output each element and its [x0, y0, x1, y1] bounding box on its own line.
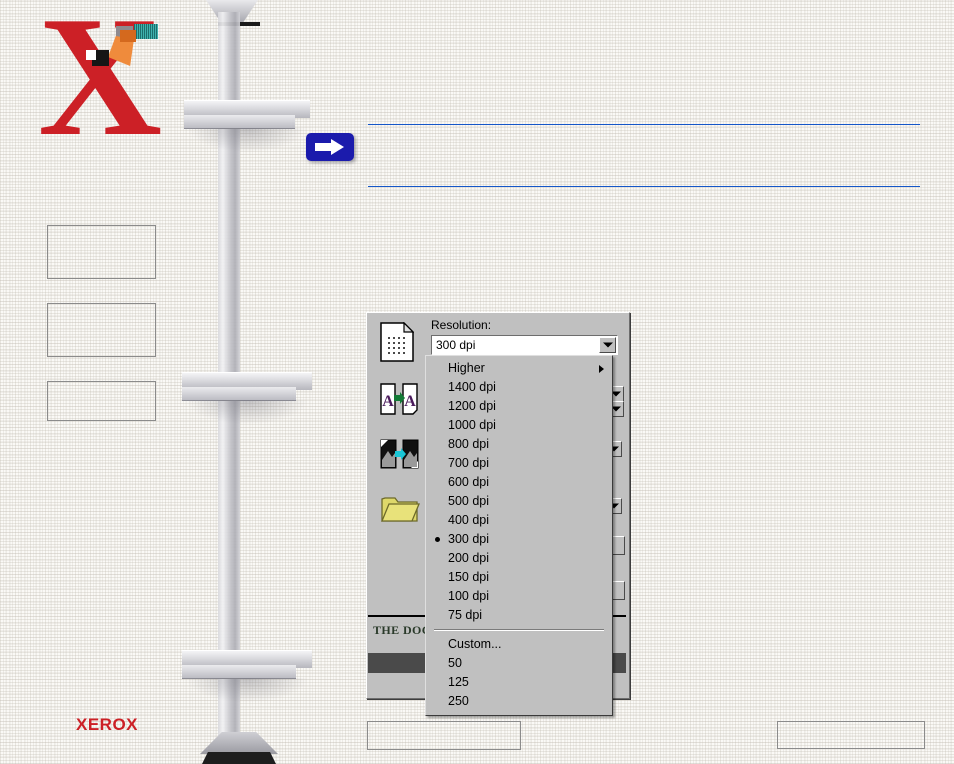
menu-item-label: 125	[448, 675, 469, 689]
dialog-icon-sidebar: A A	[368, 314, 426, 615]
header-rule-top	[368, 124, 920, 125]
folder-icon[interactable]	[380, 492, 420, 528]
menu-item-label: 700 dpi	[448, 456, 490, 470]
menu-item[interactable]: 1200 dpi	[426, 397, 612, 416]
chevron-down-icon[interactable]	[599, 337, 616, 353]
menu-item[interactable]: Custom...	[426, 635, 612, 654]
shelf-shadow	[187, 678, 307, 702]
menu-item-label: Custom...	[448, 637, 502, 651]
menu-item-label: 600 dpi	[448, 475, 490, 489]
menu-items-group: Higher 1400 dpi 1200 dpi 1000 dpi 800 dpi 700…	[426, 359, 612, 625]
resolution-label: Resolution:	[431, 318, 492, 332]
menu-item[interactable]: 125	[426, 673, 612, 692]
image-to-image-icon[interactable]	[380, 438, 419, 474]
shelf-front-edge	[182, 387, 297, 401]
menu-item-label: Higher	[448, 361, 485, 375]
svg-text:A: A	[382, 393, 394, 410]
menu-item-label: 250	[448, 694, 469, 708]
a-to-a-icon[interactable]: A A	[380, 382, 418, 418]
header-rule-bottom	[368, 186, 920, 187]
scanner-shelf-middle	[182, 372, 312, 424]
menu-item[interactable]: Higher	[426, 359, 612, 378]
menu-separator	[434, 629, 604, 631]
placeholder-box-2[interactable]	[47, 303, 156, 357]
submenu-arrow-icon	[599, 365, 604, 373]
resolution-combobox[interactable]: 300 dpi	[431, 335, 618, 355]
resolution-dropdown-menu[interactable]: Higher 1400 dpi 1200 dpi 1000 dpi 800 dpi 700…	[425, 355, 613, 716]
menu-item[interactable]: 700 dpi	[426, 454, 612, 473]
scanner-shelf-bottom	[182, 650, 312, 702]
menu-item[interactable]: 800 dpi	[426, 435, 612, 454]
menu-item-label: 500 dpi	[448, 494, 490, 508]
menu-item-label: 1200 dpi	[448, 399, 496, 413]
scanner-column-base	[202, 752, 276, 764]
placeholder-box-bottom-right[interactable]	[777, 721, 925, 749]
placeholder-box-bottom-left[interactable]	[367, 721, 521, 750]
menu-item-label: 300 dpi	[448, 532, 490, 546]
menu-item[interactable]: 300 dpi	[426, 530, 612, 549]
menu-item-label: 400 dpi	[448, 513, 490, 527]
logo-decoration-white-square	[86, 50, 96, 60]
menu-item-label: 150 dpi	[448, 570, 490, 584]
menu-item-label: 200 dpi	[448, 551, 490, 565]
selected-bullet-icon	[435, 537, 440, 542]
shelf-shadow	[189, 128, 305, 152]
next-arrow-button[interactable]	[306, 133, 354, 161]
placeholder-box-1[interactable]	[47, 225, 156, 279]
menu-item[interactable]: 250	[426, 692, 612, 711]
scanner-shelf-top	[184, 100, 310, 152]
menu-item[interactable]: 500 dpi	[426, 492, 612, 511]
menu-items-group-custom: Custom... 50 125 250	[426, 635, 612, 711]
menu-item[interactable]: 1000 dpi	[426, 416, 612, 435]
dotted-page-icon[interactable]	[380, 321, 416, 362]
menu-item[interactable]: 100 dpi	[426, 587, 612, 606]
menu-item-label: 50	[448, 656, 462, 670]
logo-decoration-orange-square	[120, 30, 136, 42]
menu-item-label: 1000 dpi	[448, 418, 496, 432]
menu-item[interactable]: 1400 dpi	[426, 378, 612, 397]
svg-text:A: A	[404, 393, 416, 410]
menu-item-label: 100 dpi	[448, 589, 490, 603]
shelf-front-edge	[184, 115, 295, 129]
dialog-tagline: THE DOC	[373, 623, 431, 637]
shelf-shadow	[187, 400, 307, 424]
placeholder-box-3[interactable]	[47, 381, 156, 421]
menu-item-label: 75 dpi	[448, 608, 483, 622]
resolution-value: 300 dpi	[436, 338, 476, 352]
xerox-wordmark: XEROX	[76, 715, 139, 734]
shelf-front-edge	[182, 665, 297, 679]
menu-item[interactable]: 75 dpi	[426, 606, 612, 625]
menu-item[interactable]: 200 dpi	[426, 549, 612, 568]
menu-item[interactable]: 50	[426, 654, 612, 673]
menu-item[interactable]: 150 dpi	[426, 568, 612, 587]
menu-item-label: 1400 dpi	[448, 380, 496, 394]
right-arrow-icon	[315, 139, 344, 155]
menu-item[interactable]: 400 dpi	[426, 511, 612, 530]
menu-item-label: 800 dpi	[448, 437, 490, 451]
logo-decoration-teal-square	[134, 24, 158, 39]
menu-item[interactable]: 600 dpi	[426, 473, 612, 492]
